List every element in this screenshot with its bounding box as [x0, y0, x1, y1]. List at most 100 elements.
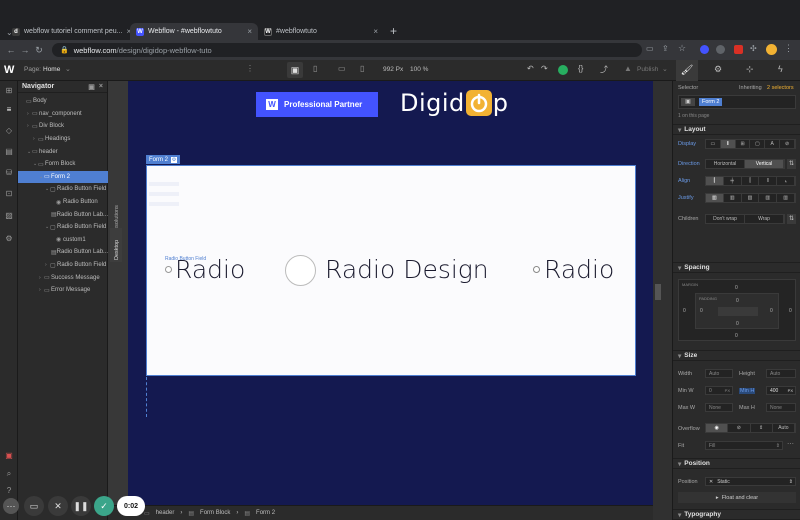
navigator-item[interactable]: ◉ custom1 [18, 234, 108, 247]
code-icon[interactable]: {} [578, 64, 583, 73]
overflow-hidden-icon[interactable]: ⊘ [728, 424, 751, 432]
chevron-down-icon[interactable]: ⌄ [662, 65, 668, 73]
radio-button-2[interactable] [285, 255, 316, 286]
camera-icon[interactable]: ▭ [24, 496, 44, 516]
interactions-lightning-icon[interactable]: ϟ [778, 64, 783, 74]
selector-icon[interactable]: ▣ [681, 98, 695, 106]
cancel-icon[interactable]: ✕ [48, 496, 68, 516]
partner-badge[interactable]: W Professional Partner [256, 92, 378, 117]
new-tab-icon[interactable]: + [390, 24, 397, 38]
star-icon[interactable]: ☆ [678, 43, 686, 54]
chevron-down-icon[interactable]: ⌄ [65, 65, 71, 73]
align-toggle[interactable]: ⫿ ╪ ⫿ ‖ ⫠ [705, 176, 796, 186]
share-icon[interactable]: ⇪ [662, 44, 669, 53]
navigator-item[interactable]: › ▭ nav_component [18, 108, 108, 121]
justify-toggle[interactable]: ▥ ▥ ▥ ▥ ▥ [705, 193, 796, 203]
justify-center-icon[interactable]: ▥ [724, 194, 742, 202]
align-baseline-icon[interactable]: ⫠ [777, 177, 795, 185]
overflow-auto-option[interactable]: Auto [773, 424, 795, 432]
max-width-field[interactable]: None [705, 403, 733, 412]
margin-left-value[interactable]: 0 [683, 308, 686, 314]
radio-label-1[interactable]: Radio [175, 255, 245, 284]
direction-toggle[interactable]: Horizontal Vertical [705, 159, 785, 169]
padding-left-value[interactable]: 0 [700, 308, 703, 314]
navigator-item[interactable]: › ▢ Radio Button Field [18, 259, 108, 272]
selector-chip[interactable]: Form 2 [699, 98, 723, 106]
navigator-item[interactable]: › ▭ Success Message [18, 271, 108, 284]
width-field[interactable]: Auto [705, 369, 733, 378]
url-field[interactable]: 🔒 webflow.com/design/digidop-webflow-tut… [52, 43, 642, 57]
recorder-menu-icon[interactable]: ⋯ [3, 498, 19, 514]
justify-start-icon[interactable]: ▥ [706, 194, 724, 202]
avatar[interactable] [766, 44, 777, 55]
navigator-item[interactable]: ⌄ ▭ Form 2 [18, 170, 108, 184]
tab-webflow-tutoriel[interactable]: d webflow tutoriel comment peu... × [6, 23, 130, 40]
fit-select[interactable]: Fill ⇕ [705, 441, 783, 450]
reverse-icon[interactable]: ⇅ [787, 159, 796, 169]
margin-bottom-value[interactable]: 0 [735, 333, 738, 339]
close-icon[interactable]: × [373, 27, 378, 36]
justify-between-icon[interactable]: ▥ [759, 194, 778, 202]
display-inline-block-icon[interactable]: ▢ [750, 140, 766, 148]
min-width-field[interactable]: 0 PX [705, 386, 733, 395]
extension-icon[interactable] [716, 45, 725, 54]
float-and-clear-toggle[interactable]: ▸ Float and clear [678, 492, 796, 503]
cast-icon[interactable]: ▭ [646, 44, 654, 53]
display-flex-icon[interactable]: ⫴ [720, 140, 736, 148]
display-none-icon[interactable]: ⊘ [780, 140, 795, 148]
navigator-item[interactable]: › ▭ Div Block [18, 120, 108, 133]
settings-gear-icon[interactable]: ⚙ [714, 64, 722, 75]
overflow-toggle[interactable]: ◉ ⊘ ⇕ Auto [705, 423, 796, 433]
height-field[interactable]: Auto [766, 369, 796, 378]
menu-icon[interactable]: ⋮ [784, 43, 793, 54]
tab-webflowtuto[interactable]: W #webflowtuto × [258, 23, 384, 40]
selector-field[interactable]: ▣ Form 2 [678, 95, 796, 109]
dont-wrap-option[interactable]: Don't wrap [706, 215, 745, 223]
padding-top-value[interactable]: 0 [736, 298, 739, 304]
position-section-header[interactable]: ▾ Position [673, 458, 800, 469]
align-end-icon[interactable]: ⫿ [742, 177, 760, 185]
padding-right-value[interactable]: 0 [770, 308, 773, 314]
justify-around-icon[interactable]: ▥ [777, 194, 795, 202]
padding-box[interactable]: PADDING 0 0 0 0 [695, 293, 779, 329]
audit-check-icon[interactable] [558, 65, 568, 75]
vertical-option[interactable]: Vertical [745, 160, 784, 168]
pages-icon[interactable]: ▤ [4, 147, 14, 156]
form-element[interactable]: Radio Button Field Radio Radio Design Ra… [146, 165, 636, 376]
puzzle-icon[interactable]: ✣ [750, 44, 757, 53]
more-icon[interactable]: ⋮ [246, 64, 254, 73]
horizontal-option[interactable]: Horizontal [706, 160, 745, 168]
spacing-section-header[interactable]: ▾ Spacing [673, 262, 800, 273]
tab-webflow-designer[interactable]: W Webflow - #webflowtuto × [130, 23, 258, 40]
symbols-icon[interactable]: ◇ [4, 126, 14, 135]
mobile-portrait-icon[interactable]: ▯ [360, 64, 364, 73]
radio-button-3[interactable] [533, 266, 540, 273]
overflow-scroll-icon[interactable]: ⇕ [751, 424, 773, 432]
ecommerce-icon[interactable]: ⊡ [4, 189, 14, 198]
webflow-logo[interactable]: W [4, 64, 14, 76]
undo-icon[interactable]: ↶ [527, 64, 534, 73]
navigator-item[interactable]: › ▭ Headings [18, 133, 108, 146]
navigator-item[interactable]: › ▭ Error Message [18, 284, 108, 297]
radio-label-2[interactable]: Radio Design [325, 255, 489, 284]
assets-icon[interactable]: ▨ [4, 211, 14, 220]
more-icon[interactable]: ⋯ [787, 440, 794, 448]
navigator-item[interactable]: ▭ Body [18, 95, 108, 108]
export-icon[interactable]: ⤴ [600, 64, 608, 75]
min-height-field[interactable]: 400 PX [766, 386, 796, 395]
breadcrumb-item-form-2[interactable]: Form 2 [256, 510, 275, 516]
min-height-unit[interactable]: PX [788, 388, 793, 393]
tablet-breakpoint-icon[interactable]: ▯ [313, 64, 317, 73]
form-selection-tag[interactable]: Form 2 ⚙ [146, 155, 181, 164]
reverse-wrap-icon[interactable]: ⇅ [787, 214, 796, 224]
page-selector[interactable]: Home [43, 66, 60, 73]
wrap-option[interactable]: Wrap [745, 215, 784, 223]
finish-check-icon[interactable]: ✓ [94, 496, 114, 516]
max-height-field[interactable]: None [766, 403, 796, 412]
extension-icon[interactable] [700, 45, 709, 54]
navigator-icon[interactable]: ≡ [4, 105, 14, 114]
style-panel-brush-icon[interactable]: 🖌 [676, 60, 698, 81]
selectors-count-link[interactable]: 2 selectors [767, 85, 794, 91]
navigator-item[interactable]: ▤ Radio Button Lab... [18, 246, 108, 259]
navigator-item[interactable]: ⌄ ▢ Radio Button Field [18, 221, 108, 234]
